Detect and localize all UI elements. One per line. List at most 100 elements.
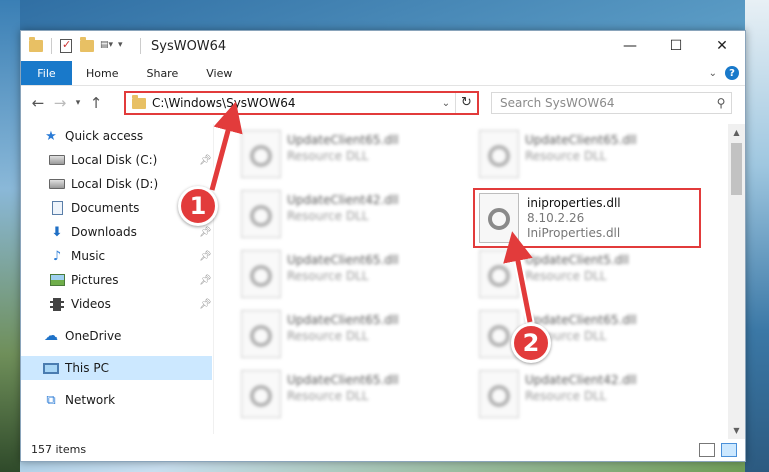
address-bar[interactable]: C:\Windows\SysWOW64 ⌄ ↻	[124, 91, 479, 115]
pin-icon[interactable]: 📌︎	[199, 227, 212, 238]
sidebar-item-pictures[interactable]: Pictures 📌︎	[21, 268, 212, 292]
address-dropdown-icon[interactable]: ⌄	[437, 98, 455, 109]
file-type: Resource DLL	[287, 269, 369, 283]
sidebar-item-quick-access[interactable]: ★ Quick access	[21, 124, 212, 148]
refresh-icon[interactable]: ↻	[455, 93, 477, 113]
desktop-wallpaper-left	[0, 0, 20, 472]
star-icon: ★	[45, 128, 57, 144]
dll-file-icon	[241, 310, 281, 358]
navigation-bar: ← → ▾ ↑ C:\Windows\SysWOW64 ⌄ ↻ ⚲	[21, 86, 745, 120]
new-folder-icon[interactable]	[80, 37, 94, 52]
sidebar-item-label: Videos	[71, 297, 111, 311]
step-1-badge: 1	[178, 186, 218, 226]
list-item[interactable]: UpdateClient65.dll Resource DLL	[241, 370, 481, 426]
search-input[interactable]	[500, 96, 711, 110]
sidebar-item-videos[interactable]: Videos 📌︎	[21, 292, 212, 316]
list-item[interactable]: UpdateClient42.dll Resource DLL	[479, 370, 719, 426]
sidebar-item-label: Quick access	[65, 129, 144, 143]
window-title: SysWOW64	[151, 38, 227, 54]
sidebar-item-local-disk-c[interactable]: Local Disk (C:) 📌︎	[21, 148, 212, 172]
dll-file-icon	[241, 130, 281, 178]
pin-icon[interactable]: 📌︎	[199, 275, 212, 286]
pictures-icon	[49, 274, 65, 286]
expand-ribbon-icon[interactable]: ⌄	[709, 68, 717, 79]
view-toggle	[699, 442, 745, 457]
file-name: iniproperties.dll	[527, 195, 621, 210]
pin-icon[interactable]: 📌︎	[199, 251, 212, 262]
customize-toolbar-icon[interactable]: ▤▾	[100, 40, 114, 52]
pin-icon[interactable]: 📌︎	[199, 155, 212, 166]
file-name: UpdateClient65.dll	[287, 253, 399, 267]
tab-share[interactable]: Share	[132, 61, 192, 85]
dll-file-icon	[241, 370, 281, 418]
properties-icon[interactable]	[60, 38, 72, 53]
tab-home[interactable]: Home	[72, 61, 132, 85]
sidebar-item-label: OneDrive	[65, 329, 122, 343]
desktop-wallpaper-right	[745, 0, 769, 472]
back-arrow-icon[interactable]: ←	[27, 94, 49, 112]
details-view-icon[interactable]	[699, 442, 715, 457]
item-count: 157 items	[31, 443, 87, 456]
list-item[interactable]: UpdateClient5.dll Resource DLL	[479, 250, 719, 306]
toolbar-dropdown-icon[interactable]: ▾	[118, 40, 132, 52]
sidebar-item-this-pc[interactable]: This PC	[21, 356, 212, 380]
sidebar-item-downloads[interactable]: ⬇ Downloads 📌︎	[21, 220, 212, 244]
dll-file-icon	[479, 250, 519, 298]
search-box[interactable]: ⚲	[491, 92, 732, 114]
help-icon[interactable]: ?	[725, 66, 739, 80]
tab-view[interactable]: View	[192, 61, 246, 85]
close-button[interactable]: ✕	[699, 31, 745, 61]
sidebar-item-label: Documents	[71, 201, 140, 215]
sidebar-item-network[interactable]: ⧉ Network	[21, 388, 212, 412]
this-pc-icon	[43, 362, 59, 374]
list-item[interactable]: UpdateClient65.dll Resource DLL	[241, 130, 481, 186]
file-name: UpdateClient42.dll	[525, 373, 637, 387]
file-type: Resource DLL	[525, 389, 607, 403]
disk-icon	[49, 155, 65, 165]
documents-icon	[51, 201, 63, 215]
list-item[interactable]: UpdateClient65.dll Resource DLL	[241, 250, 481, 306]
address-path[interactable]: C:\Windows\SysWOW64	[152, 96, 437, 110]
onedrive-icon: ☁	[44, 328, 58, 344]
ribbon-right-controls: ⌄ ?	[709, 61, 745, 85]
forward-arrow-icon[interactable]: →	[49, 94, 71, 112]
step-2-badge: 2	[511, 323, 551, 363]
sidebar-item-music[interactable]: ♪ Music 📌︎	[21, 244, 212, 268]
dll-file-icon	[479, 370, 519, 418]
scrollbar-thumb[interactable]	[731, 143, 742, 195]
tab-file[interactable]: File	[21, 61, 72, 85]
vertical-scrollbar[interactable]: ▲ ▼	[728, 124, 745, 439]
scroll-up-icon[interactable]: ▲	[728, 124, 745, 141]
up-arrow-icon[interactable]: ↑	[85, 94, 107, 112]
pane-divider[interactable]	[213, 124, 214, 434]
title-bar: ▤▾ ▾ SysWOW64 — ☐ ✕	[21, 31, 745, 61]
dll-file-icon	[479, 193, 519, 243]
list-item[interactable]: UpdateClient42.dll Resource DLL	[241, 190, 481, 246]
large-icons-view-icon[interactable]	[721, 442, 737, 457]
highlighted-file-item[interactable]: iniproperties.dll 8.10.2.26 IniPropertie…	[473, 188, 701, 248]
title-separator	[140, 38, 141, 54]
quick-access-separator	[51, 38, 52, 54]
search-icon[interactable]: ⚲	[711, 96, 731, 110]
file-name: UpdateClient5.dll	[525, 253, 629, 267]
maximize-button[interactable]: ☐	[653, 31, 699, 61]
network-icon: ⧉	[46, 392, 56, 408]
recent-locations-chevron-icon[interactable]: ▾	[71, 98, 85, 108]
navigation-pane: ★ Quick access Local Disk (C:) 📌︎ Local …	[21, 124, 212, 424]
disk-icon	[49, 179, 65, 189]
sidebar-item-onedrive[interactable]: ☁ OneDrive	[21, 324, 212, 348]
list-item[interactable]: UpdateClient65.dll Resource DLL	[479, 130, 719, 186]
status-bar: 157 items	[21, 437, 745, 462]
file-type: Resource DLL	[287, 209, 369, 223]
address-folder-icon	[132, 94, 146, 109]
list-item[interactable]: UpdateClient65.dll Resource DLL	[241, 310, 481, 366]
pin-icon[interactable]: 📌︎	[199, 299, 212, 310]
dll-file-icon	[241, 190, 281, 238]
minimize-button[interactable]: —	[607, 31, 653, 61]
file-type: Resource DLL	[525, 269, 607, 283]
sidebar-item-label: Downloads	[71, 225, 137, 239]
file-name: UpdateClient65.dll	[287, 133, 399, 147]
file-type: Resource DLL	[287, 389, 369, 403]
